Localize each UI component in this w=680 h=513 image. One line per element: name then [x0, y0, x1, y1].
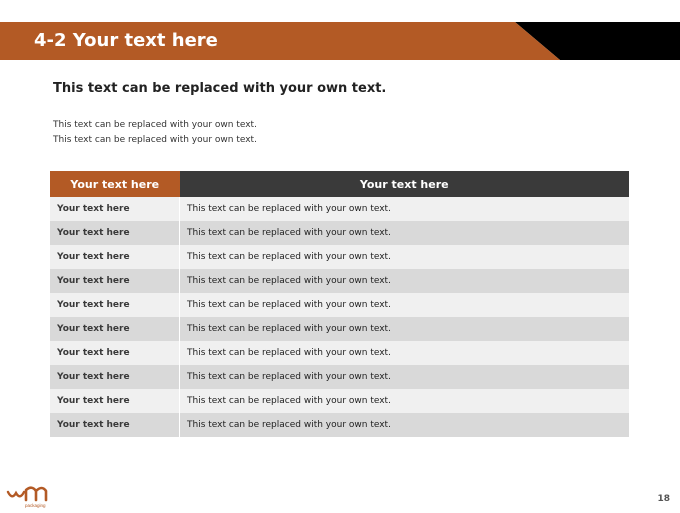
table-header-cell: Your text here — [50, 171, 180, 197]
logo-wordmark: packaging — [25, 503, 46, 508]
row-text: This text can be replaced with your own … — [179, 245, 629, 269]
body-line: This text can be replaced with your own … — [53, 120, 257, 130]
subtitle: This text can be replaced with your own … — [53, 81, 387, 96]
row-text: This text can be replaced with your own … — [179, 341, 629, 365]
table-row: Your text here This text can be replaced… — [50, 221, 629, 245]
page-number: 18 — [657, 494, 670, 504]
row-label: Your text here — [50, 413, 180, 437]
row-text: This text can be replaced with your own … — [179, 293, 629, 317]
table-row: Your text here This text can be replaced… — [50, 365, 629, 389]
table-row: Your text here This text can be replaced… — [50, 269, 629, 293]
row-text: This text can be replaced with your own … — [179, 365, 629, 389]
data-table: Your text here Your text here Your text … — [50, 171, 629, 437]
row-label: Your text here — [50, 245, 180, 269]
table-row: Your text here This text can be replaced… — [50, 197, 629, 221]
table-row: Your text here This text can be replaced… — [50, 317, 629, 341]
table-header-cell: Your text here — [179, 171, 629, 197]
table-row: Your text here This text can be replaced… — [50, 341, 629, 365]
row-label: Your text here — [50, 197, 180, 221]
row-text: This text can be replaced with your own … — [179, 197, 629, 221]
row-text: This text can be replaced with your own … — [179, 269, 629, 293]
row-text: This text can be replaced with your own … — [179, 389, 629, 413]
slide-title: 4-2 Your text here — [34, 30, 218, 51]
row-label: Your text here — [50, 341, 180, 365]
row-label: Your text here — [50, 269, 180, 293]
row-label: Your text here — [50, 317, 180, 341]
table-row: Your text here This text can be replaced… — [50, 413, 629, 437]
row-label: Your text here — [50, 221, 180, 245]
table-row: Your text here This text can be replaced… — [50, 293, 629, 317]
row-label: Your text here — [50, 293, 180, 317]
row-label: Your text here — [50, 365, 180, 389]
table-header-row: Your text here Your text here — [50, 171, 629, 197]
body-line: This text can be replaced with your own … — [53, 135, 257, 145]
row-text: This text can be replaced with your own … — [179, 317, 629, 341]
row-text: This text can be replaced with your own … — [179, 413, 629, 437]
company-logo: packaging — [6, 483, 52, 513]
body-text: This text can be replaced with your own … — [53, 118, 257, 148]
row-label: Your text here — [50, 389, 180, 413]
table-row: Your text here This text can be replaced… — [50, 389, 629, 413]
row-text: This text can be replaced with your own … — [179, 221, 629, 245]
table-row: Your text here This text can be replaced… — [50, 245, 629, 269]
